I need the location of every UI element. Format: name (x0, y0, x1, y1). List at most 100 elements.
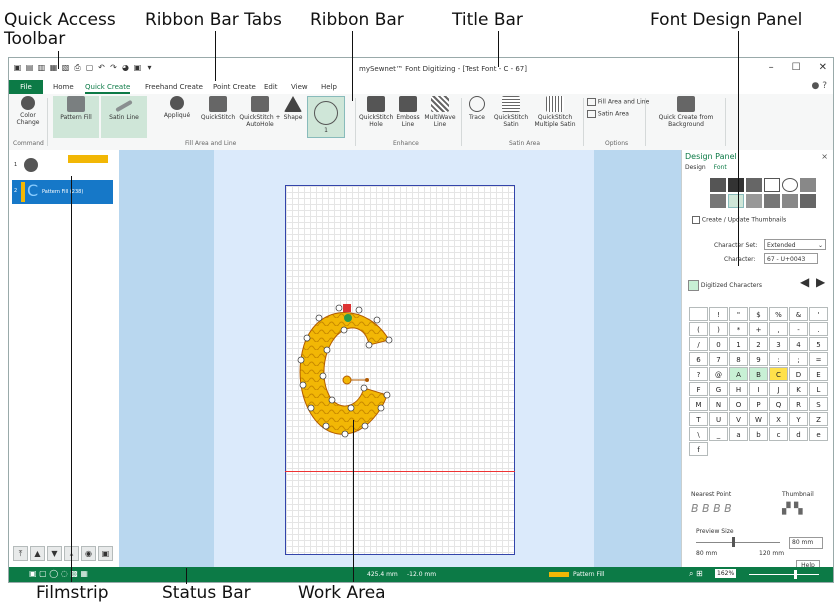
character-cell[interactable]: - (789, 322, 808, 336)
layout-icon[interactable]: ▣ (133, 63, 142, 72)
character-cell[interactable]: O (729, 397, 748, 411)
font-properties-icon[interactable] (710, 178, 726, 192)
character-cell[interactable]: 9 (749, 352, 768, 366)
applique-button[interactable]: Appliqué (157, 96, 197, 119)
quickstitch-button[interactable]: QuickStitch (199, 96, 237, 121)
character-cell[interactable]: B (749, 367, 768, 381)
character-cell[interactable]: $ (749, 307, 768, 321)
preview-slider-thumb[interactable] (732, 537, 735, 547)
dropdown-icon[interactable] (800, 178, 816, 192)
character-cell[interactable]: ? (689, 367, 708, 381)
multiwave-line-button[interactable]: MultiWave Line (423, 96, 457, 128)
character-cell[interactable]: D (789, 367, 808, 381)
zoom-slider[interactable] (749, 574, 819, 575)
shape-gallery[interactable]: 1 (307, 96, 345, 138)
character-cell[interactable]: C (769, 367, 788, 381)
character-cell[interactable]: \ (689, 427, 708, 441)
character-cell[interactable]: Z (809, 412, 828, 426)
character-cell[interactable]: * (729, 322, 748, 336)
character-cell[interactable]: M (689, 397, 708, 411)
filmstrip-row[interactable]: 1 (12, 154, 113, 178)
character-cell[interactable]: ; (789, 352, 808, 366)
letter-shapes-icon[interactable] (746, 178, 762, 192)
character-cell[interactable]: J (769, 382, 788, 396)
measure-icon[interactable] (800, 194, 816, 208)
panel-close-icon[interactable]: × (821, 152, 828, 161)
character-cell[interactable]: Q (769, 397, 788, 411)
character-cell[interactable]: 2 (749, 337, 768, 351)
shape-button[interactable]: Shape (281, 96, 305, 121)
character-cell[interactable]: X (769, 412, 788, 426)
status-tool-icons[interactable]: ▣ ▢ ◯ ◌ ▩ ▦ (29, 569, 88, 578)
letter-c-design[interactable] (119, 150, 681, 569)
nearest-point-buttons[interactable]: 𝘉 𝘉 𝘉 𝘉 (691, 502, 732, 515)
window-icon[interactable]: ▢ (85, 63, 94, 72)
circle-icon[interactable] (782, 178, 798, 192)
fill-area-and-line-option[interactable]: Fill Area and Line (587, 98, 649, 106)
character-cell[interactable]: H (729, 382, 748, 396)
satin-area-option[interactable]: Satin Area (587, 110, 629, 118)
tab-freehand-create[interactable]: Freehand Create (145, 80, 203, 94)
character-cell[interactable]: L (809, 382, 828, 396)
color-icon[interactable]: ◕ (121, 63, 130, 72)
tab-point-create[interactable]: Point Create (213, 80, 256, 94)
prev-character-icon[interactable]: ◀ (800, 275, 809, 289)
character-cell[interactable]: U (709, 412, 728, 426)
letter-a-icon[interactable] (782, 194, 798, 208)
tab-design[interactable]: Design (685, 164, 706, 171)
character-cell[interactable]: a (729, 427, 748, 441)
zoom-level[interactable]: 162% (715, 569, 737, 578)
character-cell[interactable]: 5 (809, 337, 828, 351)
move-to-top-icon[interactable]: ⤒ (13, 546, 28, 561)
character-cell[interactable]: 1 (729, 337, 748, 351)
undo-icon[interactable]: ↶ (97, 63, 106, 72)
quickstitch-multiple-satin-button[interactable]: QuickStitch Multiple Satin (531, 96, 579, 128)
character-cell[interactable]: N (709, 397, 728, 411)
pencil-icon[interactable] (764, 194, 780, 208)
character-cell[interactable]: 8 (729, 352, 748, 366)
minimize-button[interactable]: – (769, 62, 774, 73)
character-cell[interactable]: P (749, 397, 768, 411)
emboss-line-button[interactable]: Emboss Line (393, 96, 423, 128)
tab-edit[interactable]: Edit (264, 80, 278, 94)
customize-dropdown-icon[interactable]: ▾ (145, 63, 154, 72)
character-cell[interactable]: , (769, 322, 788, 336)
work-area[interactable] (119, 150, 681, 569)
character-set-select[interactable]: Extended ⌄ (764, 239, 826, 250)
character-cell[interactable]: ( (689, 322, 708, 336)
character-cell[interactable]: ' (809, 307, 828, 321)
quickstitch-hole-button[interactable]: QuickStitch Hole (359, 96, 393, 128)
character-cell[interactable]: T (689, 412, 708, 426)
character-cell[interactable] (689, 307, 708, 321)
character-cell[interactable]: S (809, 397, 828, 411)
settings-icon[interactable]: ▣ (98, 546, 113, 561)
close-button[interactable]: ✕ (819, 62, 827, 73)
character-cell[interactable]: : (769, 352, 788, 366)
save-icon[interactable]: ▥ (37, 63, 46, 72)
view-icon[interactable]: ◉ (81, 546, 96, 561)
character-cell[interactable]: c (769, 427, 788, 441)
move-down-icon[interactable]: ▼ (47, 546, 62, 561)
quickstitch-autohole-button[interactable]: QuickStitch + AutoHole (239, 96, 281, 128)
character-cell[interactable]: W (749, 412, 768, 426)
zoom-tools-icon[interactable]: ⌕ ⊞ (689, 569, 703, 579)
character-cell[interactable]: Y (789, 412, 808, 426)
snowflake-icon[interactable] (746, 194, 762, 208)
quick-create-from-background-button[interactable]: Quick Create from Background (651, 96, 721, 128)
stop-point-icon[interactable] (343, 304, 351, 312)
filmstrip-row[interactable]: 2 C Pattern Fill (238) (12, 180, 113, 204)
quickstitch-satin-button[interactable]: QuickStitch Satin (493, 96, 529, 128)
grid-icon[interactable] (764, 178, 780, 192)
tab-quick-create[interactable]: Quick Create (85, 80, 131, 94)
satin-line-button[interactable]: Satin Line (101, 96, 147, 138)
character-cell[interactable]: 3 (769, 337, 788, 351)
character-cell[interactable]: R (789, 397, 808, 411)
print-icon[interactable]: ⎙ (73, 63, 82, 72)
pattern-fill-button[interactable]: Pattern Fill (53, 96, 99, 138)
start-point-icon[interactable] (344, 314, 352, 322)
next-character-icon[interactable]: ▶ (816, 275, 825, 289)
redo-icon[interactable]: ↷ (109, 63, 118, 72)
character-cell[interactable]: d (789, 427, 808, 441)
character-cell[interactable]: % (769, 307, 788, 321)
maximize-button[interactable]: ☐ (792, 62, 801, 73)
